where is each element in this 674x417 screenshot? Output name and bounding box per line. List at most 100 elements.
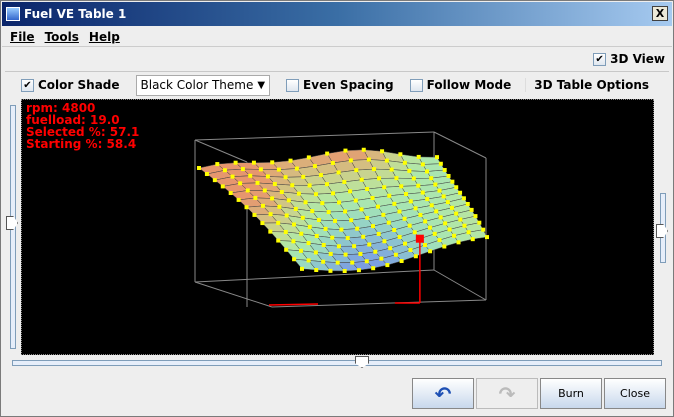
menu-help[interactable]: Help bbox=[89, 30, 120, 44]
grid-point bbox=[337, 200, 342, 205]
dropdown-arrow-icon: ▼ bbox=[257, 79, 266, 91]
grid-point bbox=[276, 167, 281, 172]
grid-point bbox=[291, 222, 296, 227]
theme-dropdown[interactable]: Black Color Theme ▼ bbox=[135, 74, 271, 96]
grid-point bbox=[215, 162, 220, 167]
3d-view-checkbox[interactable]: ✔ 3D View bbox=[593, 52, 665, 66]
grid-point bbox=[335, 260, 340, 265]
grid-point bbox=[399, 258, 404, 263]
grid-point bbox=[301, 174, 306, 179]
grid-point bbox=[294, 166, 299, 171]
grid-point bbox=[438, 215, 443, 220]
grid-point bbox=[450, 179, 455, 184]
grid-point bbox=[353, 198, 358, 203]
grid-point bbox=[387, 193, 392, 198]
checkbox-icon bbox=[409, 79, 423, 92]
undo-button[interactable]: ↶ bbox=[412, 378, 474, 409]
grid-point bbox=[452, 233, 457, 238]
grid-point bbox=[365, 187, 370, 192]
grid-point bbox=[299, 231, 304, 236]
grid-point bbox=[299, 248, 304, 253]
grid-point bbox=[270, 160, 275, 165]
grid-point bbox=[413, 206, 418, 211]
grid-point bbox=[416, 183, 421, 188]
menu-file[interactable]: File bbox=[10, 30, 35, 44]
3d-canvas[interactable]: rpm: 4800 fuelload: 19.0 Selected %: 57.… bbox=[21, 99, 654, 355]
menu-tools[interactable]: Tools bbox=[45, 30, 79, 44]
grid-point bbox=[244, 205, 249, 210]
grid-point bbox=[343, 148, 348, 153]
grid-point bbox=[339, 227, 344, 232]
grid-point bbox=[408, 199, 413, 204]
grid-point bbox=[402, 160, 407, 165]
horizontal-slider[interactable] bbox=[12, 356, 662, 368]
grid-point bbox=[245, 188, 250, 193]
surface-plot[interactable] bbox=[22, 100, 655, 356]
grid-point bbox=[397, 234, 402, 239]
checkbox-icon: ✔ bbox=[21, 79, 34, 92]
grid-point bbox=[388, 246, 393, 251]
3d-table-options-label[interactable]: 3D Table Options bbox=[525, 78, 649, 92]
grid-point bbox=[253, 195, 258, 200]
wireframe-edge bbox=[194, 139, 248, 163]
grid-point bbox=[300, 266, 304, 271]
color-shade-checkbox[interactable]: ✔ Color Shade bbox=[21, 78, 120, 92]
grid-point bbox=[428, 249, 433, 254]
grid-point bbox=[307, 183, 312, 188]
grid-point bbox=[343, 252, 348, 257]
right-vertical-slider[interactable] bbox=[656, 193, 668, 263]
grid-point bbox=[473, 214, 478, 219]
grid-point bbox=[425, 169, 430, 174]
grid-point bbox=[465, 201, 470, 206]
grid-point bbox=[262, 188, 267, 193]
grid-point bbox=[354, 168, 359, 173]
wireframe-edge bbox=[433, 269, 487, 301]
close-window-button[interactable]: X bbox=[652, 6, 668, 21]
grid-point bbox=[371, 167, 376, 172]
grid-point bbox=[411, 176, 416, 181]
burn-button[interactable]: Burn bbox=[540, 378, 602, 409]
grid-point bbox=[399, 184, 404, 189]
slider-thumb[interactable] bbox=[355, 356, 369, 368]
grid-point bbox=[427, 225, 432, 230]
grid-point bbox=[382, 185, 387, 190]
grid-point bbox=[331, 191, 336, 196]
grid-point bbox=[441, 194, 446, 199]
grid-point bbox=[233, 160, 238, 165]
grid-point bbox=[446, 173, 451, 178]
grid-point bbox=[429, 203, 434, 208]
grid-point bbox=[323, 226, 328, 231]
grid-point bbox=[220, 184, 225, 189]
grid-point bbox=[413, 254, 418, 259]
grid-point bbox=[356, 268, 361, 273]
grid-point bbox=[314, 268, 319, 273]
grid-point bbox=[292, 257, 297, 262]
close-button[interactable]: Close bbox=[604, 378, 666, 409]
grid-point bbox=[408, 248, 413, 253]
grid-point bbox=[260, 221, 265, 226]
wireframe-edge bbox=[271, 299, 487, 308]
grid-point bbox=[290, 183, 295, 188]
grid-point bbox=[276, 220, 281, 225]
grid-point bbox=[255, 180, 260, 185]
grid-point bbox=[385, 263, 390, 268]
grid-point bbox=[330, 160, 335, 165]
grid-point bbox=[443, 221, 448, 226]
grid-point bbox=[376, 231, 381, 236]
left-vertical-slider[interactable] bbox=[6, 105, 18, 349]
slider-thumb[interactable] bbox=[6, 216, 18, 230]
grid-point bbox=[359, 207, 364, 212]
grid-point bbox=[236, 197, 241, 202]
even-spacing-checkbox[interactable]: Even Spacing bbox=[286, 78, 394, 92]
grid-point bbox=[324, 182, 329, 187]
grid-point bbox=[270, 196, 275, 201]
grid-point bbox=[454, 211, 459, 216]
grid-point bbox=[375, 204, 380, 209]
redo-button[interactable]: ↷ bbox=[476, 378, 538, 409]
grid-point bbox=[284, 213, 289, 218]
slider-thumb[interactable] bbox=[656, 224, 668, 238]
follow-mode-checkbox[interactable]: Follow Mode bbox=[409, 78, 511, 92]
grid-point bbox=[481, 227, 486, 232]
grid-point bbox=[420, 190, 425, 195]
grid-point bbox=[328, 268, 333, 273]
